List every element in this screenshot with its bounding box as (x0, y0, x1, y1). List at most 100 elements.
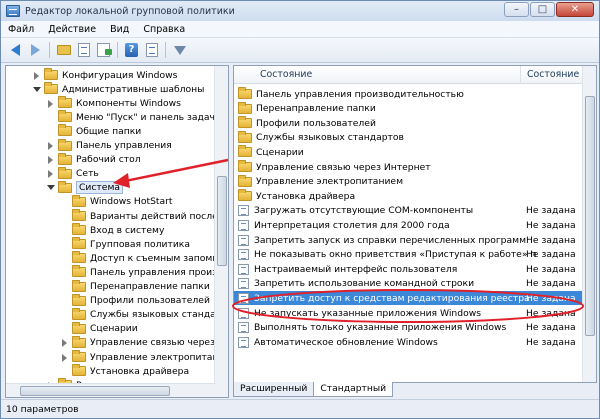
tree-item[interactable]: Панель управления (46, 138, 172, 153)
collapse-arrow-icon[interactable] (46, 183, 55, 192)
tab-extended[interactable]: Расширенный (233, 382, 315, 397)
tree-item[interactable]: Административные шаблоны (32, 82, 204, 96)
tree-item[interactable]: Рабочий стол (46, 152, 141, 167)
tree-item[interactable]: Доступ к съемным запоминан (60, 251, 228, 265)
expand-arrow-icon (46, 113, 55, 122)
list-item[interactable]: Сценарии (234, 145, 584, 159)
settings-list[interactable]: Состояние Состояние Панель управления пр… (233, 65, 597, 383)
expand-arrow-icon[interactable] (46, 155, 55, 165)
tree-item[interactable]: Вход в систему (60, 223, 164, 237)
tree-item[interactable]: Конфигурация Windows (32, 68, 177, 82)
tree-hscroll-thumb[interactable] (20, 386, 170, 396)
list-item[interactable]: Настраиваемый интерфейс пользователя Не з… (234, 262, 584, 276)
minimize-button[interactable]: – (504, 2, 529, 17)
up-level-button[interactable] (55, 42, 72, 59)
tree-item[interactable]: Система (46, 180, 124, 195)
expand-arrow-icon[interactable] (60, 353, 69, 362)
folder-icon (72, 194, 86, 207)
forward-button[interactable] (27, 42, 44, 59)
column-header-name[interactable]: Состояние (254, 66, 520, 84)
expand-arrow-icon (60, 268, 69, 277)
expand-arrow-icon[interactable] (32, 71, 41, 80)
list-item[interactable]: Профили пользователей (234, 116, 584, 130)
list-item[interactable]: Панель управления производительностью (234, 87, 584, 101)
list-item-label: Управление электропитанием (256, 176, 403, 188)
tree-item[interactable]: Управление связью через Инт (60, 335, 228, 350)
help-button[interactable]: ? (123, 42, 140, 59)
expand-arrow-icon[interactable] (46, 99, 55, 108)
tree-item[interactable]: Общие папки (46, 124, 141, 138)
list-item[interactable]: Интерпретация столетия для 2000 года Не з… (234, 218, 584, 232)
list-item[interactable]: Не запускать указанные приложения Window… (234, 306, 584, 320)
tree-item[interactable]: Панель управления производ (60, 265, 228, 279)
properties-sheet-button[interactable] (143, 42, 160, 59)
tree-item[interactable]: Перенаправление папки (60, 279, 210, 294)
tree-item[interactable]: Управление электропитанием (60, 350, 228, 364)
tree-item-label: Сеть (76, 168, 99, 180)
expand-arrow-icon (60, 296, 69, 305)
list-item[interactable]: Запретить использование командной строки… (234, 277, 584, 291)
list-item[interactable]: Загружать отсутствующие COM-компоненты Не… (234, 204, 584, 218)
tree-item[interactable]: Windows HotStart (60, 194, 173, 209)
list-item[interactable]: Управление электропитанием (234, 174, 584, 189)
tree-item-label: Вход в систему (90, 224, 165, 236)
tab-standard[interactable]: Стандартный (313, 382, 394, 397)
folder-icon (72, 335, 86, 348)
menu-action[interactable]: Действие (41, 24, 103, 35)
expand-arrow-icon[interactable] (60, 338, 69, 348)
list-item-name: Интерпретация столетия для 2000 года (238, 219, 450, 231)
navigation-tree[interactable]: Конфигурация Windows Административные шаб… (5, 65, 229, 398)
list-item[interactable]: Службы языковых стандартов (234, 130, 584, 145)
menu-view[interactable]: Вид (103, 24, 136, 35)
tree-item[interactable]: Меню "Пуск" и панель задач (46, 110, 215, 124)
menu-help[interactable]: Справка (136, 24, 192, 35)
export-list-icon (97, 43, 112, 57)
menu-bar: Файл Действие Вид Справка (1, 21, 599, 38)
tree-horizontal-scrollbar[interactable] (6, 383, 216, 397)
close-button[interactable]: ✕ (556, 2, 594, 17)
folder-icon (238, 130, 252, 143)
column-header-status[interactable]: Состояние (520, 66, 584, 84)
tree-item[interactable]: Профили пользователей (60, 293, 210, 308)
policy-setting-icon (238, 249, 249, 261)
folder-icon (58, 152, 72, 165)
list-item[interactable]: Запретить доступ к средствам редактирова… (234, 291, 584, 306)
tree-vertical-scrollbar[interactable] (214, 66, 228, 397)
back-button[interactable] (7, 42, 24, 59)
maximize-button[interactable]: □ (530, 2, 555, 17)
list-item[interactable]: Автоматическое обновление Windows Не зада… (234, 335, 584, 349)
tree-vscroll-thumb[interactable] (217, 176, 227, 266)
list-item-status: Не задана (526, 278, 576, 290)
expand-arrow-icon (60, 254, 69, 263)
list-item[interactable]: Запретить запуск из справки перечисленны… (234, 233, 584, 247)
tree-item[interactable]: Сценарии (60, 321, 138, 336)
tree-item-label: Конфигурация Windows (62, 69, 178, 81)
expand-arrow-icon[interactable] (46, 141, 55, 150)
collapse-arrow-icon[interactable] (32, 85, 41, 94)
tree-item[interactable]: Установка драйвера (60, 364, 189, 378)
list-item[interactable]: Выполнять только указанные приложения Wi… (234, 321, 584, 335)
properties-button[interactable] (75, 42, 92, 59)
tree-item[interactable]: Варианты действий после наж (60, 209, 228, 223)
folder-icon (44, 82, 58, 95)
title-bar[interactable]: Редактор локальной групповой политики – … (1, 1, 599, 21)
list-item[interactable]: Не показывать окно приветствия «Приступа… (234, 248, 584, 262)
window-title: Редактор локальной групповой политики (25, 5, 235, 17)
expand-arrow-icon[interactable] (46, 169, 55, 179)
list-vscroll-thumb[interactable] (585, 96, 595, 336)
tree-item[interactable]: Сеть (46, 166, 99, 181)
policy-setting-icon (238, 278, 249, 290)
list-item[interactable]: Установка драйвера (234, 189, 584, 203)
folder-icon (72, 293, 86, 306)
list-vertical-scrollbar[interactable] (582, 66, 596, 382)
filter-button[interactable] (171, 42, 188, 59)
export-list-button[interactable] (95, 42, 112, 59)
tree-item[interactable]: Службы языковых стандартов (60, 307, 228, 322)
list-item[interactable]: Перенаправление папки (234, 101, 584, 116)
list-item-label: Настраиваемый интерфейс пользователя (254, 263, 458, 275)
folder-icon (238, 189, 252, 202)
menu-file[interactable]: Файл (1, 24, 41, 35)
tree-item[interactable]: Компоненты Windows (46, 96, 181, 110)
tree-item[interactable]: Групповая политика (60, 237, 190, 251)
list-item[interactable]: Управление связью через Интернет (234, 160, 584, 174)
